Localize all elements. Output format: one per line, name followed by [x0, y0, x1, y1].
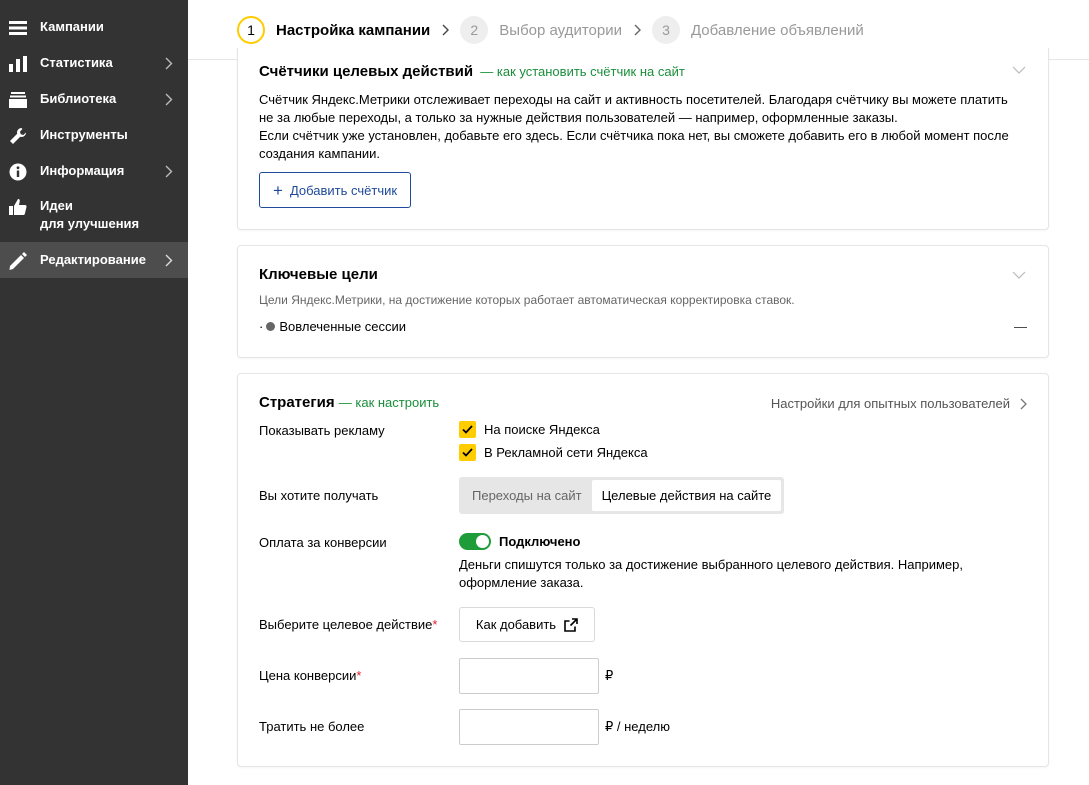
- counters-help-link[interactable]: — как установить счётчик на сайт: [480, 64, 685, 79]
- sidebar-item-tools[interactable]: Инструменты: [0, 126, 188, 146]
- payment-note-line: Деньги спишутся только за достижение выб…: [459, 557, 963, 572]
- step-ads[interactable]: 3 Добавление объявлений: [651, 16, 864, 44]
- counters-title-text: Счётчики целевых действий: [259, 63, 474, 80]
- library-icon: [8, 90, 28, 110]
- advanced-settings-link[interactable]: Настройки для опытных пользователей: [771, 396, 1027, 411]
- goal-bullet: ·: [259, 319, 264, 334]
- counters-desc-line: Счётчик Яндекс.Метрики отслеживает перех…: [259, 92, 1008, 107]
- pencil-icon: [8, 251, 28, 271]
- add-counter-button[interactable]: + Добавить счётчик: [259, 172, 412, 208]
- strategy-title: Стратегия — как настроить: [259, 394, 439, 411]
- required-mark: *: [432, 617, 438, 632]
- goals-description: Цели Яндекс.Метрики, на достижение котор…: [259, 293, 795, 307]
- goals-card: Ключевые цели Цели Яндекс.Метрики, на до…: [237, 245, 1049, 358]
- goal-item: · Вовлеченные сессии: [259, 319, 406, 334]
- chevron-right-icon: [162, 162, 176, 180]
- network-checkbox-label: В Рекламной сети Яндекса: [484, 445, 648, 460]
- how-to-add-label: Как добавить: [475, 617, 557, 632]
- wrench-icon: [8, 126, 28, 146]
- chevron-up-icon[interactable]: [1012, 62, 1028, 74]
- step-audience[interactable]: 2 Выбор аудитории: [460, 16, 622, 44]
- step-label: Добавление объявлений: [690, 21, 864, 39]
- sidebar-item-label: Библиотека: [40, 91, 117, 106]
- chevron-right-icon: [162, 251, 176, 269]
- step-number: 1: [237, 16, 265, 44]
- counters-desc-line: создания кампании.: [259, 146, 381, 161]
- sidebar-item-label: Кампании: [40, 19, 104, 34]
- chevron-down-icon[interactable]: [1012, 267, 1028, 279]
- stepper: 1 Настройка кампании 2 Выбор аудитории 3…: [237, 14, 864, 46]
- payment-status: Подключено: [499, 534, 581, 549]
- thumbs-up-icon: [8, 197, 28, 217]
- budget-label: Тратить не более: [259, 719, 365, 734]
- sidebar-item-editing[interactable]: Редактирование: [0, 242, 188, 278]
- counters-desc-line: не за любые переходы, а только за нужные…: [259, 110, 898, 125]
- sidebar-item-library[interactable]: Библиотека: [0, 90, 188, 110]
- sidebar-item-label: Информация: [40, 163, 125, 178]
- counters-card: Счётчики целевых действий — как установи…: [237, 48, 1049, 230]
- search-checkbox-row[interactable]: На поиске Яндекса: [459, 421, 600, 438]
- option-target-actions[interactable]: Целевые действия на сайте: [591, 480, 782, 511]
- sidebar-item-statistics[interactable]: Статистика: [0, 54, 188, 74]
- step-label: Выбор аудитории: [499, 21, 622, 39]
- checkbox-checked-icon[interactable]: [459, 421, 476, 438]
- sidebar-item-label: Статистика: [40, 55, 113, 70]
- network-checkbox-row[interactable]: В Рекламной сети Яндекса: [459, 444, 648, 461]
- sidebar-item-label: Инструменты: [40, 127, 128, 142]
- want-label: Вы хотите получать: [259, 488, 379, 503]
- sidebar: Кампании Статистика Библиотека Инструмен…: [0, 0, 188, 785]
- counters-description: Счётчик Яндекс.Метрики отслеживает перех…: [259, 91, 1049, 163]
- goal-dot-icon: [266, 322, 276, 331]
- strategy-help-link[interactable]: — как настроить: [339, 395, 439, 410]
- payment-note-line: оформление заказа.: [459, 575, 584, 590]
- chevron-right-icon: [1020, 398, 1027, 410]
- add-counter-label: Добавить счётчик: [289, 182, 398, 198]
- price-label: Цена конверсии*: [259, 668, 361, 683]
- step-number: 3: [651, 16, 680, 44]
- price-label-text: Цена конверсии: [259, 668, 357, 683]
- goal-type-segmented-control: Переходы на сайт Целевые действия на сай…: [459, 477, 785, 514]
- chevron-right-icon: [162, 90, 176, 108]
- step-label: Настройка кампании: [276, 21, 431, 39]
- sidebar-item-label: Редактирование: [40, 252, 146, 267]
- option-clicks[interactable]: Переходы на сайт: [462, 480, 592, 511]
- payment-label: Оплата за конверсии: [259, 535, 387, 550]
- target-action-label-text: Выберите целевое действие: [259, 617, 433, 632]
- goal-item-value: —: [1014, 319, 1027, 334]
- chevron-right-icon: [162, 54, 176, 72]
- chevron-right-icon: [634, 24, 641, 36]
- chevron-right-icon: [442, 24, 450, 36]
- target-action-label: Выберите целевое действие*: [259, 617, 437, 632]
- search-checkbox-label: На поиске Яндекса: [484, 422, 600, 437]
- conversion-price-input[interactable]: [459, 658, 599, 694]
- payment-note: Деньги спишутся только за достижение выб…: [459, 556, 1019, 592]
- payment-toggle[interactable]: [459, 533, 491, 550]
- step-number: 2: [460, 16, 489, 44]
- info-icon: [8, 162, 28, 182]
- sidebar-item-campaigns[interactable]: Кампании: [0, 18, 188, 38]
- sidebar-item-label: Идеи для улучшения: [40, 198, 140, 231]
- external-link-icon: [564, 617, 578, 632]
- strategy-title-text: Стратегия: [259, 394, 335, 411]
- counters-desc-line: Если счётчик уже установлен, добавьте ег…: [259, 128, 1009, 143]
- goals-title: Ключевые цели: [259, 266, 378, 283]
- how-to-add-button[interactable]: Как добавить: [459, 607, 595, 642]
- goal-item-label: Вовлеченные сессии: [279, 319, 407, 334]
- toggle-knob: [476, 535, 489, 548]
- counters-title: Счётчики целевых действий — как установи…: [259, 63, 685, 80]
- required-mark: *: [356, 668, 362, 683]
- checkbox-checked-icon[interactable]: [459, 444, 476, 461]
- sidebar-item-info[interactable]: Информация: [0, 162, 188, 182]
- step-campaign-settings[interactable]: 1 Настройка кампании: [237, 16, 430, 44]
- bar-chart-icon: [8, 54, 28, 74]
- weekly-budget-input[interactable]: [459, 709, 599, 745]
- budget-unit-label: ₽ / неделю: [605, 719, 670, 734]
- currency-label: ₽: [605, 668, 614, 683]
- plus-icon: +: [273, 180, 283, 200]
- menu-icon: [8, 18, 28, 38]
- advanced-settings-label: Настройки для опытных пользователей: [770, 396, 1010, 411]
- sidebar-item-ideas[interactable]: Идеи для улучшения: [0, 197, 188, 233]
- show-ads-label: Показывать рекламу: [259, 423, 385, 438]
